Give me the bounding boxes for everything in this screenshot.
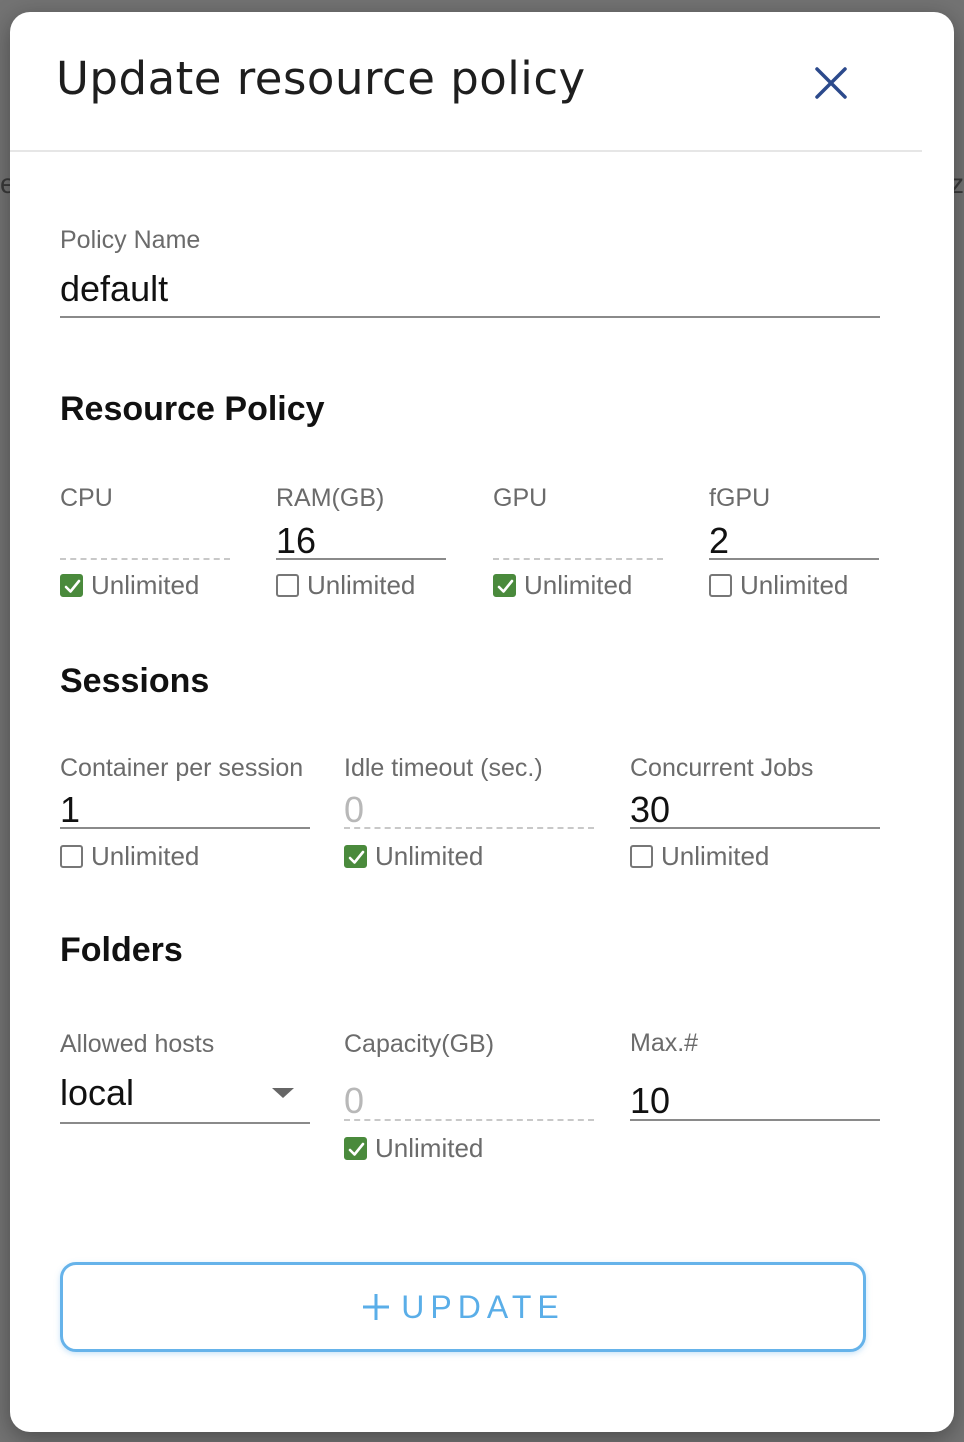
container-per-session-label: Container per session xyxy=(60,754,304,782)
checkbox-unchecked-icon xyxy=(276,573,299,597)
folders-title: Folders xyxy=(60,931,183,969)
fgpu-label: fGPU xyxy=(709,484,771,512)
checkbox-unchecked-icon xyxy=(60,844,83,868)
dialog-header: Update resource policy xyxy=(10,12,922,152)
fgpu-underline xyxy=(709,558,879,560)
idle-timeout-label: Idle timeout (sec.) xyxy=(344,754,543,782)
fgpu-unlimited-checkbox[interactable]: Unlimited xyxy=(709,570,848,600)
update-button-label: UPDATE xyxy=(401,1288,565,1325)
checkbox-checked-icon xyxy=(344,844,367,868)
cpu-unlimited-label: Unlimited xyxy=(91,569,200,600)
cpu-label: CPU xyxy=(60,484,113,512)
idle-timeout-underline xyxy=(344,827,594,829)
checkbox-checked-icon xyxy=(344,1136,367,1160)
gpu-unlimited-label: Unlimited xyxy=(524,569,633,600)
ram-unlimited-label: Unlimited xyxy=(307,569,416,600)
allowed-hosts-underline xyxy=(60,1122,310,1124)
gpu-unlimited-checkbox[interactable]: Unlimited xyxy=(493,570,632,600)
ram-underline xyxy=(276,558,446,560)
cpu-unlimited-checkbox[interactable]: Unlimited xyxy=(60,570,199,600)
checkbox-unchecked-icon xyxy=(630,844,653,868)
gpu-label: GPU xyxy=(493,484,548,512)
container-per-session-input[interactable]: 1 xyxy=(60,789,80,831)
ram-unlimited-checkbox[interactable]: Unlimited xyxy=(276,570,415,600)
sessions-title: Sessions xyxy=(60,662,210,700)
gpu-underline xyxy=(493,558,663,560)
capacity-input[interactable]: 0 xyxy=(344,1080,364,1122)
chevron-down-icon[interactable] xyxy=(272,1088,294,1098)
allowed-hosts-label: Allowed hosts xyxy=(60,1030,215,1058)
fgpu-unlimited-label: Unlimited xyxy=(740,569,849,600)
max-folders-input[interactable]: 10 xyxy=(630,1080,670,1122)
checkbox-checked-icon xyxy=(493,573,516,597)
concurrent-jobs-unlimited-label: Unlimited xyxy=(661,840,770,871)
dialog-title: Update resource policy xyxy=(56,52,586,105)
ram-label: RAM(GB) xyxy=(276,484,385,512)
fgpu-input[interactable]: 2 xyxy=(709,520,729,562)
ram-input[interactable]: 16 xyxy=(276,520,316,562)
update-button[interactable]: UPDATE xyxy=(60,1262,866,1352)
capacity-unlimited-label: Unlimited xyxy=(375,1132,484,1163)
idle-timeout-unlimited-checkbox[interactable]: Unlimited xyxy=(344,841,483,871)
plus-icon xyxy=(363,1294,390,1320)
policy-name-underline xyxy=(60,316,880,318)
container-per-session-unlimited-checkbox[interactable]: Unlimited xyxy=(60,841,199,871)
concurrent-jobs-underline xyxy=(630,827,880,829)
close-icon xyxy=(815,67,847,99)
concurrent-jobs-input[interactable]: 30 xyxy=(630,789,670,831)
allowed-hosts-select[interactable]: local xyxy=(60,1072,134,1114)
concurrent-jobs-unlimited-checkbox[interactable]: Unlimited xyxy=(630,841,769,871)
max-folders-label: Max.# xyxy=(630,1029,699,1057)
policy-name-label: Policy Name xyxy=(60,226,201,254)
container-per-session-unlimited-label: Unlimited xyxy=(91,840,200,871)
checkbox-unchecked-icon xyxy=(709,573,732,597)
cpu-underline xyxy=(60,558,230,560)
container-per-session-underline xyxy=(60,827,310,829)
capacity-underline xyxy=(344,1119,594,1121)
resource-policy-title: Resource Policy xyxy=(60,390,325,428)
policy-name-input[interactable]: default xyxy=(60,268,168,310)
concurrent-jobs-label: Concurrent Jobs xyxy=(630,754,814,782)
capacity-label: Capacity(GB) xyxy=(344,1030,495,1058)
update-resource-policy-dialog: Update resource policy Policy Name defau… xyxy=(10,12,954,1432)
close-button[interactable] xyxy=(812,64,850,102)
checkbox-checked-icon xyxy=(60,573,83,597)
max-folders-underline xyxy=(630,1119,880,1121)
capacity-unlimited-checkbox[interactable]: Unlimited xyxy=(344,1133,483,1163)
idle-timeout-input[interactable]: 0 xyxy=(344,789,364,831)
idle-timeout-unlimited-label: Unlimited xyxy=(375,840,484,871)
